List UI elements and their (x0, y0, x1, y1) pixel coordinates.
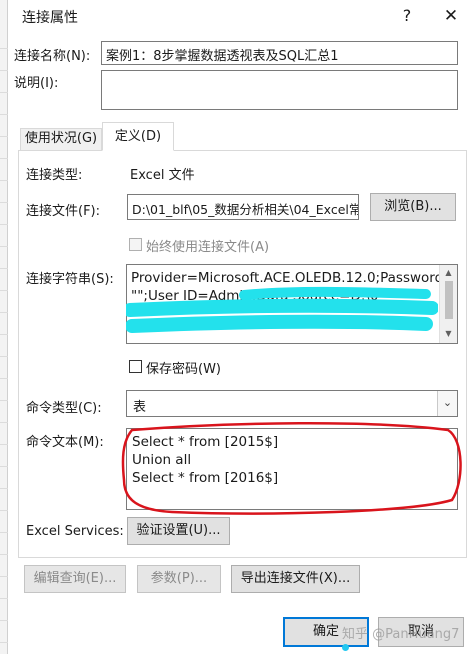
red-annotation-circle (121, 422, 462, 515)
scroll-up-icon[interactable]: ▲ (440, 268, 457, 277)
connection-file-input[interactable]: D:\01_blf\05_数据分析相关\04_Excel常 (127, 194, 359, 220)
close-button[interactable]: ✕ (436, 2, 466, 30)
connection-name-input[interactable]: 案例1：8步掌握数据透视表及SQL汇总1 (101, 41, 458, 65)
save-password-label: 保存密码(W) (146, 362, 221, 377)
always-use-file-checkbox[interactable] (129, 238, 142, 251)
command-text-label: 命令文本(M): (26, 435, 104, 450)
cursor-dot (342, 644, 349, 651)
command-type-value: 表 (133, 400, 147, 415)
dialog-titlebar: 连接属性 ? ✕ (8, 0, 474, 34)
background-spreadsheet-edge (0, 0, 8, 654)
export-connection-button[interactable]: 导出连接文件(X)... (231, 565, 360, 593)
connection-string-scrollbar[interactable]: ▲ ▼ (439, 265, 457, 343)
scroll-down-icon[interactable]: ▼ (440, 329, 457, 338)
connection-name-label: 连接名称(N): (14, 49, 91, 64)
watermark: 知乎 @PanHuang7 (342, 627, 460, 642)
command-type-select[interactable]: 表 (126, 390, 458, 417)
excel-services-label: Excel Services: (26, 524, 124, 539)
redaction-scribble (126, 286, 438, 333)
tab-definition[interactable]: 定义(D) (102, 122, 174, 151)
tab-usage[interactable]: 使用状况(G) (20, 128, 102, 150)
save-password-checkbox[interactable] (129, 360, 142, 373)
dialog-title: 连接属性 (22, 10, 78, 26)
edit-query-button[interactable]: 编辑查询(E)... (24, 565, 126, 593)
connection-file-label: 连接文件(F): (26, 204, 101, 219)
description-input[interactable] (101, 70, 458, 110)
always-use-file-label: 始终使用连接文件(A) (146, 240, 270, 255)
auth-settings-button[interactable]: 验证设置(U)... (127, 517, 230, 545)
description-label: 说明(I): (14, 76, 59, 91)
connection-type-value: Excel 文件 (130, 168, 195, 183)
connection-type-label: 连接类型: (26, 168, 83, 183)
help-button[interactable]: ? (394, 2, 420, 30)
chevron-down-icon[interactable]: ⌄ (437, 391, 457, 416)
browse-button[interactable]: 浏览(B)... (370, 193, 456, 221)
scrollbar-thumb[interactable] (444, 281, 453, 319)
connection-string-label: 连接字符串(S): (26, 272, 114, 287)
parameters-button[interactable]: 参数(P)... (137, 565, 221, 593)
command-type-label: 命令类型(C): (26, 401, 102, 416)
